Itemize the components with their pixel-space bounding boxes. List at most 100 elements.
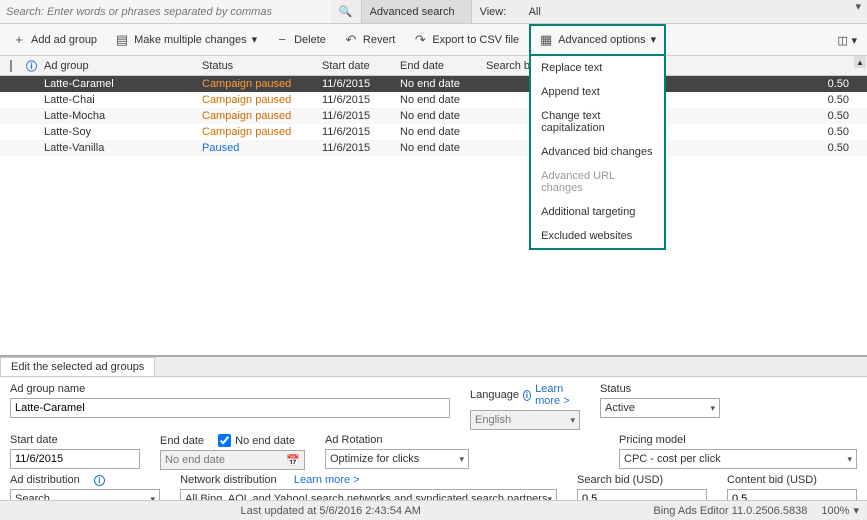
minus-icon: −: [275, 32, 289, 47]
cell-ad-group: Latte-Mocha: [38, 110, 196, 122]
menu-excluded-websites[interactable]: Excluded websites: [531, 224, 664, 248]
column-start-date[interactable]: Start date: [316, 60, 394, 72]
ad-group-name-label: Ad group name: [10, 383, 450, 395]
cell-end-date: No end date: [394, 78, 480, 90]
cell-status: Campaign paused: [196, 78, 316, 90]
end-date-input: No end date📅: [160, 450, 305, 470]
make-multiple-changes-button[interactable]: ▤ Make multiple changes ▾: [107, 26, 265, 54]
cell-end-date: No end date: [394, 126, 480, 138]
advanced-icon: ▦: [539, 32, 553, 48]
edit-tab[interactable]: Edit the selected ad groups: [0, 357, 155, 376]
cell-start-date: 11/6/2015: [316, 126, 394, 138]
export-icon: ↷: [413, 32, 427, 48]
menu-advanced-bid-changes[interactable]: Advanced bid changes: [531, 140, 664, 164]
table-row[interactable]: Latte-MochaCampaign paused11/6/2015No en…: [0, 108, 867, 124]
cell-status: Paused: [196, 142, 316, 154]
cell-start-date: 11/6/2015: [316, 142, 394, 154]
chevron-down-icon: ▾: [847, 454, 852, 465]
advanced-options-menu: Replace text Append text Change text cap…: [529, 56, 666, 250]
cell-start-date: 11/6/2015: [316, 78, 394, 90]
cell-ad-group: Latte-Vanilla: [38, 142, 196, 154]
advanced-search-button[interactable]: Advanced search: [361, 0, 471, 23]
column-status[interactable]: Status: [196, 60, 316, 72]
add-ad-group-label: Add ad group: [31, 34, 97, 46]
menu-advanced-url-changes: Advanced URL changes: [531, 164, 664, 200]
column-ad-group[interactable]: Ad group: [38, 60, 196, 72]
select-all-checkbox[interactable]: [2, 60, 20, 72]
columns-icon: ◫: [837, 34, 847, 47]
search-box[interactable]: [0, 0, 331, 23]
menu-change-capitalization[interactable]: Change text capitalization: [531, 104, 664, 140]
no-end-date-label: No end date: [235, 435, 295, 447]
info-column-header[interactable]: ⓘ: [20, 58, 38, 74]
cell-ad-group: Latte-Soy: [38, 126, 196, 138]
ad-group-name-input[interactable]: [10, 398, 450, 418]
column-end-date[interactable]: End date: [394, 60, 480, 72]
scroll-up-button[interactable]: ▲: [854, 56, 866, 68]
cell-end-date: No end date: [394, 94, 480, 106]
revert-icon: ↶: [344, 32, 358, 48]
view-label: View:: [471, 0, 521, 23]
view-selector[interactable]: All: [521, 0, 856, 23]
add-ad-group-button[interactable]: + Add ad group: [4, 26, 105, 54]
chevron-down-icon: ▾: [853, 504, 859, 517]
columns-button[interactable]: ◫ ▾: [833, 24, 861, 56]
language-learn-more-link[interactable]: Learn more >: [535, 383, 580, 407]
delete-label: Delete: [294, 34, 326, 46]
advanced-options-button[interactable]: ▦ Advanced options ▾: [531, 26, 664, 54]
search-icon[interactable]: 🔍: [331, 0, 361, 23]
table-row[interactable]: Latte-VanillaPaused11/6/2015No end date0…: [0, 140, 867, 156]
ad-distribution-label: Ad distribution: [10, 474, 80, 486]
status-app-version: Bing Ads Editor 11.0.2506.5838: [653, 505, 807, 517]
multi-icon: ▤: [115, 32, 129, 48]
cell-end-date: No end date: [394, 110, 480, 122]
zoom-control[interactable]: 100%▾: [821, 504, 859, 517]
table-row[interactable]: Latte-SoyCampaign paused11/6/2015No end …: [0, 124, 867, 140]
cell-ad-group: Latte-Caramel: [38, 78, 196, 90]
table-row[interactable]: Latte-ChaiCampaign paused11/6/2015No end…: [0, 92, 867, 108]
ad-rotation-select[interactable]: Optimize for clicks▾: [325, 449, 469, 469]
calendar-icon: 📅: [282, 454, 300, 467]
info-icon[interactable]: i: [523, 390, 531, 401]
plus-icon: +: [12, 32, 26, 47]
language-label: Language: [470, 389, 519, 401]
network-learn-more-link[interactable]: Learn more >: [294, 474, 360, 486]
pricing-model-select[interactable]: CPC - cost per click▾: [619, 449, 857, 469]
delete-button[interactable]: − Delete: [267, 26, 334, 54]
search-bid-label: Search bid (USD): [577, 474, 707, 486]
search-input[interactable]: [6, 6, 325, 18]
chevron-down-icon: ▾: [651, 33, 657, 46]
chevron-down-icon: ▾: [252, 33, 258, 46]
cell-start-date: 11/6/2015: [316, 110, 394, 122]
export-csv-button[interactable]: ↷ Export to CSV file: [405, 26, 527, 54]
chevron-down-icon: ▾: [851, 34, 857, 47]
chevron-down-icon[interactable]: ▾: [855, 0, 867, 23]
start-date-input[interactable]: 📅: [10, 449, 140, 469]
chevron-down-icon: ▾: [710, 403, 715, 414]
cell-status: Campaign paused: [196, 94, 316, 106]
revert-button[interactable]: ↶ Revert: [336, 26, 403, 54]
chevron-down-icon: ▾: [570, 415, 575, 426]
ad-rotation-label: Ad Rotation: [325, 434, 469, 446]
multi-label: Make multiple changes: [134, 34, 247, 46]
cell-status: Campaign paused: [196, 126, 316, 138]
advanced-options-label: Advanced options: [558, 34, 645, 46]
status-last-updated: Last updated at 5/6/2016 2:43:54 AM: [8, 505, 653, 517]
cell-end-date: No end date: [394, 142, 480, 154]
table-row[interactable]: Latte-CaramelCampaign paused11/6/2015No …: [0, 76, 867, 92]
content-bid-label: Content bid (USD): [727, 474, 857, 486]
menu-replace-text[interactable]: Replace text: [531, 56, 664, 80]
export-label: Export to CSV file: [432, 34, 519, 46]
network-distribution-label: Network distribution: [180, 474, 277, 486]
cell-ad-group: Latte-Chai: [38, 94, 196, 106]
revert-label: Revert: [363, 34, 395, 46]
cell-status: Campaign paused: [196, 110, 316, 122]
cell-start-date: 11/6/2015: [316, 94, 394, 106]
no-end-date-checkbox[interactable]: [218, 434, 231, 447]
status-select[interactable]: Active▾: [600, 398, 720, 418]
chevron-down-icon: ▾: [459, 454, 464, 465]
info-icon[interactable]: i: [94, 475, 105, 486]
language-select: English▾: [470, 410, 580, 430]
menu-additional-targeting[interactable]: Additional targeting: [531, 200, 664, 224]
menu-append-text[interactable]: Append text: [531, 80, 664, 104]
